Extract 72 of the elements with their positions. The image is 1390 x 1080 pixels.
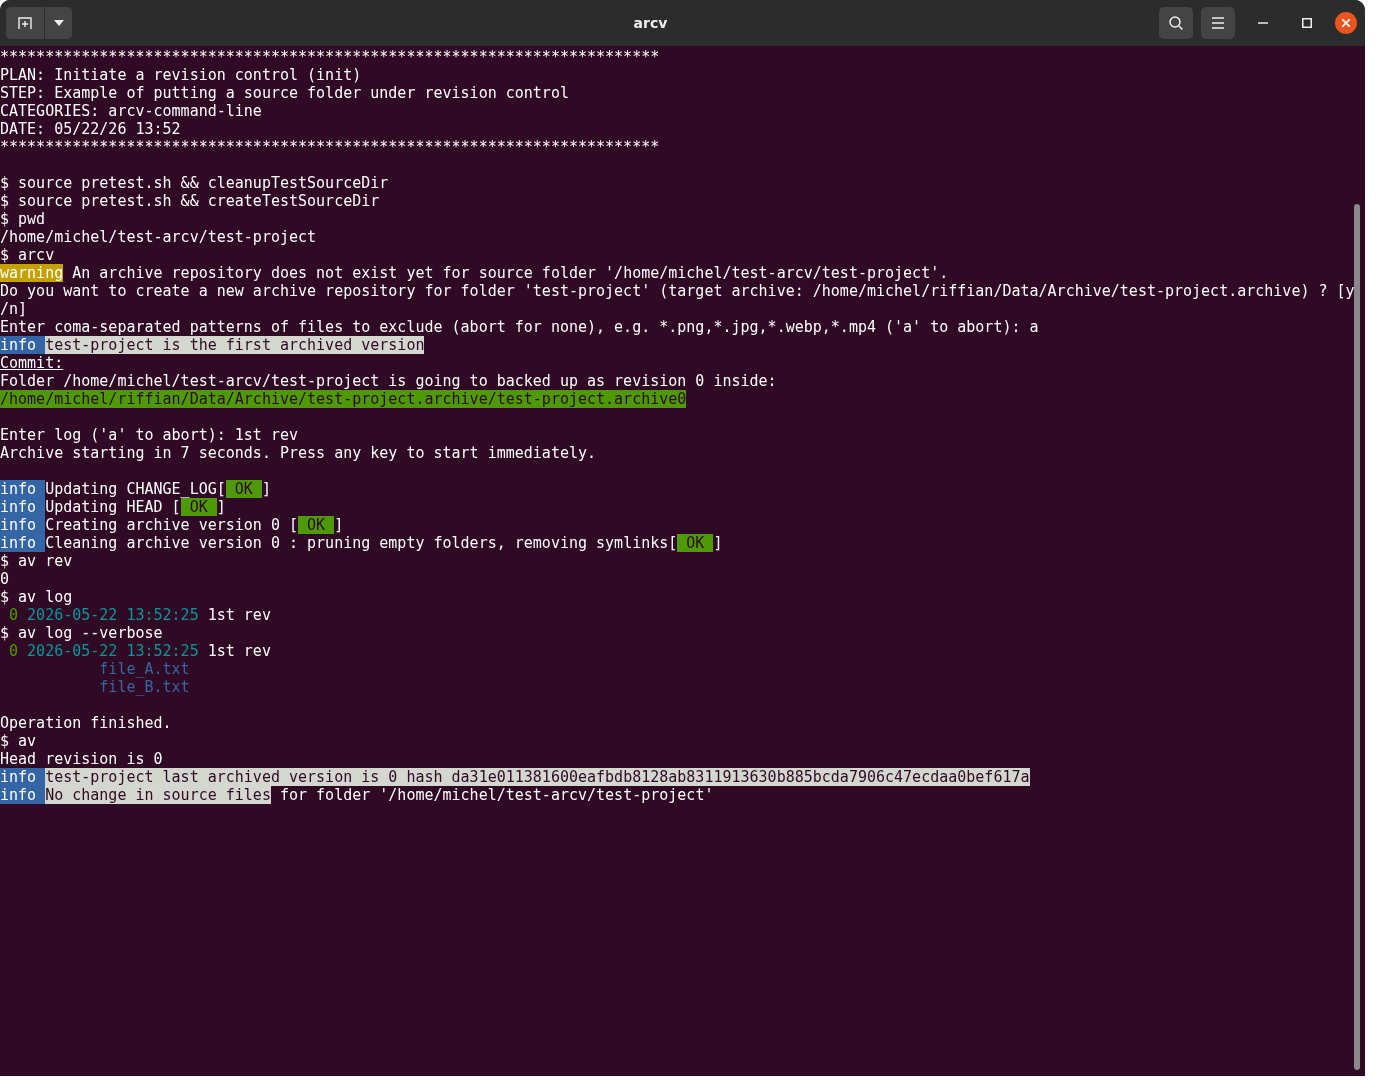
terminal-text: $ source pretest.sh && createTestSourceDir — [0, 192, 380, 210]
terminal-text: Enter coma-separated patterns of files to exclude (abort for none), e.g. *.png,*.jpg,*.webp,*.mp4 ('a' to abort): a — [0, 318, 1039, 336]
new-tab-icon — [17, 15, 33, 31]
dropdown-button[interactable] — [44, 7, 72, 39]
underlined-text: Commit: — [0, 354, 64, 372]
terminal-text: ************************************************************************* — [0, 138, 660, 156]
info-label: info — [0, 516, 46, 534]
file-name: file_A.txt — [98, 660, 190, 678]
highlighted-text: No change in source files — [45, 786, 271, 804]
scrollbar[interactable] — [1354, 204, 1360, 1070]
terminal-text: Archive starting in 7 seconds. Press any key to start immediately. — [0, 444, 597, 462]
highlighted-text: test-project is the first archived version — [45, 336, 425, 354]
terminal-text: $ av log --verbose — [0, 624, 163, 642]
terminal-text: $ av — [0, 732, 37, 750]
warning-label: warning — [0, 264, 64, 282]
menu-button[interactable] — [1201, 7, 1235, 39]
terminal-text: 1st rev — [206, 642, 271, 660]
revision-number: 0 — [8, 606, 19, 624]
ok-status: OK — [180, 498, 217, 516]
close-icon — [1342, 19, 1350, 27]
terminal-text: Updating HEAD [ — [45, 498, 181, 516]
terminal-text: Head revision is 0 — [0, 750, 163, 768]
terminal-text: Enter log ('a' to abort): 1st rev — [0, 426, 298, 444]
terminal-text: Creating archive version 0 [ — [45, 516, 299, 534]
info-label: info — [0, 498, 46, 516]
terminal-text: $ pwd — [0, 210, 46, 228]
info-label: info — [0, 534, 46, 552]
terminal-text: ] — [216, 498, 226, 516]
terminal-text: ************************************************************************* — [0, 48, 660, 66]
caret-icon — [53, 20, 64, 26]
terminal-text: 1st rev — [206, 606, 271, 624]
info-label: info — [0, 768, 46, 786]
terminal-text: 0 — [0, 570, 10, 588]
terminal-text: Cleaning archive version 0 : pruning empty folders, removing symlinks[ — [45, 534, 678, 552]
terminal-text: ] — [713, 534, 723, 552]
info-label: info — [0, 336, 46, 354]
ok-status: OK — [298, 516, 335, 534]
terminal-text: ] — [334, 516, 344, 534]
window-title: arcv — [632, 15, 669, 31]
file-name: file_B.txt — [98, 678, 190, 696]
menu-icon — [1211, 17, 1225, 29]
terminal-text: Updating CHANGE_LOG[ — [45, 480, 226, 498]
terminal-text: /home/michel/test-arcv/test-project — [0, 228, 317, 246]
minimize-icon — [1258, 22, 1268, 24]
maximize-icon — [1302, 18, 1312, 28]
info-label: info — [0, 480, 46, 498]
terminal-text: $ arcv — [0, 246, 55, 264]
terminal-text: STEP: Example of putting a source folder under revision control — [0, 84, 569, 102]
search-icon — [1168, 15, 1184, 31]
timestamp: 2026-05-22 13:52:25 — [26, 606, 199, 624]
terminal-text: DATE: 05/22/26 13:52 — [0, 120, 181, 138]
terminal-text: Do you want to create a new archive repository for folder 'test-project' (target archive: /home/michel/riffian/Data/Archive/test-project.archive) ? [y — [0, 282, 1355, 300]
timestamp: 2026-05-22 13:52:25 — [26, 642, 199, 660]
terminal-text: ] — [261, 480, 271, 498]
terminal-text: An archive repository does not exist yet for source folder '/home/michel/test-arcv/test-project'. — [71, 264, 949, 282]
terminal-text: /n] — [0, 300, 28, 318]
search-button[interactable] — [1159, 7, 1193, 39]
info-label: info — [0, 786, 46, 804]
terminal-text: Folder /home/michel/test-arcv/test-project is going to backed up as revision 0 inside: — [0, 372, 777, 390]
highlighted-path: /home/michel/riffian/Data/Archive/test-project.archive/test-project.archive0 — [0, 390, 687, 408]
terminal-text: Operation finished. — [0, 714, 172, 732]
revision-number: 0 — [8, 642, 19, 660]
terminal-text: $ av rev — [0, 552, 73, 570]
terminal-text: CATEGORIES: arcv-command-line — [0, 102, 262, 120]
terminal-text: $ source pretest.sh && cleanupTestSourceDir — [0, 174, 389, 192]
ok-status: OK — [677, 534, 714, 552]
terminal-text: $ av log — [0, 588, 73, 606]
terminal-text: PLAN: Initiate a revision control (init) — [0, 66, 362, 84]
close-button[interactable] — [1335, 12, 1357, 34]
terminal-text: for folder '/home/michel/test-arcv/test-project' — [278, 786, 714, 804]
highlighted-text: test-project last archived version is 0 hash da31e011381600eafbdb8128ab8311913630b885bcda7906c47ecdaa0bef617a — [45, 768, 1030, 786]
ok-status: OK — [225, 480, 262, 498]
